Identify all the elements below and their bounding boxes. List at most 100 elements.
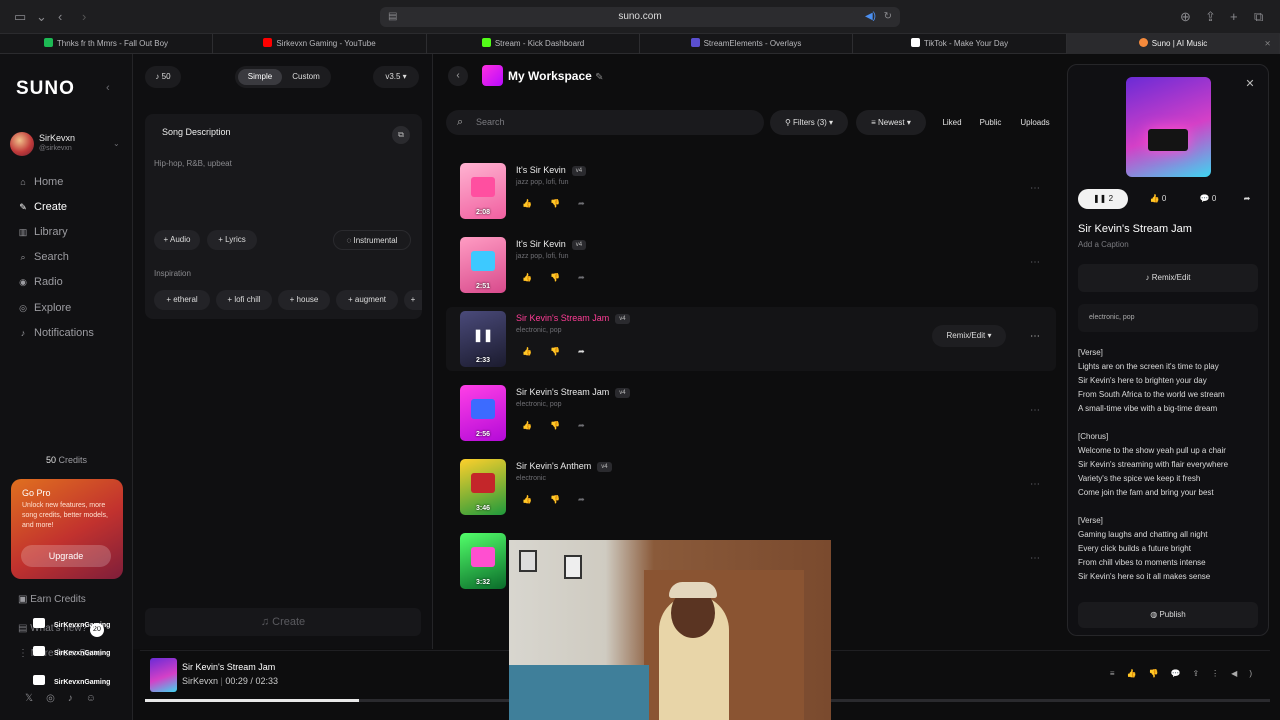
- tab-kick[interactable]: Stream - Kick Dashboard: [427, 34, 640, 54]
- song-cover[interactable]: 3:46: [460, 459, 506, 515]
- address-bar[interactable]: ▤ suno.com ◀) ↻: [380, 7, 900, 27]
- thumbs-up-icon[interactable]: 👍: [522, 421, 550, 430]
- share-icon[interactable]: ➦: [578, 199, 603, 208]
- pause-icon[interactable]: ❚❚: [471, 325, 495, 345]
- mode-simple-tab[interactable]: Simple: [238, 69, 282, 85]
- sidebar-item-notifications[interactable]: ♪ Notifications: [18, 327, 94, 339]
- play-count-button[interactable]: ❚❚ 2: [1078, 189, 1128, 209]
- download-icon[interactable]: ⊕: [1180, 9, 1191, 25]
- sidebar-item-library[interactable]: ▥ Library: [18, 226, 68, 238]
- song-row[interactable]: 3:46 Sir Kevin's Anthem v4 electronic 👍👎➦…: [446, 455, 1056, 519]
- song-row[interactable]: 2:08 It's Sir Kevin v4 jazz pop, lofi, fu…: [446, 159, 1056, 223]
- sidebar-item-explore[interactable]: ◎ Explore: [18, 302, 71, 314]
- close-icon[interactable]: ✕: [1241, 75, 1259, 93]
- thumbs-down-icon[interactable]: 👎: [550, 199, 578, 208]
- thumbs-down-icon[interactable]: 👎: [550, 273, 578, 282]
- sidebar-toggle-icon[interactable]: ▭: [14, 9, 26, 25]
- tab-close-icon[interactable]: ⨯: [1264, 34, 1271, 54]
- share-icon[interactable]: ➦: [578, 421, 603, 430]
- earn-credits-link[interactable]: ▣ Earn Credits: [18, 594, 86, 605]
- song-title[interactable]: It's Sir Kevin v4: [516, 239, 587, 250]
- avatar[interactable]: [10, 132, 34, 156]
- more-options-icon[interactable]: ⋯: [1030, 553, 1040, 564]
- more-options-icon[interactable]: ⋯: [1030, 183, 1040, 194]
- instagram-icon[interactable]: ◎: [46, 693, 68, 704]
- tab-streamelements[interactable]: StreamElements - Overlays: [640, 34, 853, 54]
- suno-logo[interactable]: SUNO: [16, 78, 75, 100]
- sidebar-item-home[interactable]: ⌂ Home: [18, 176, 63, 188]
- create-button[interactable]: ♫ Create: [145, 608, 421, 636]
- player-cover[interactable]: [150, 658, 177, 692]
- thumbs-down-icon[interactable]: 👎: [1149, 669, 1171, 678]
- more-options-icon[interactable]: ⋯: [1030, 331, 1040, 342]
- public-filter[interactable]: Public: [974, 110, 1007, 135]
- page-settings-icon[interactable]: ▤: [388, 7, 397, 27]
- comment-icon[interactable]: 💬: [1171, 669, 1193, 678]
- inspiration-chip[interactable]: + augment: [336, 290, 398, 310]
- add-audio-button[interactable]: + Audio: [154, 230, 200, 250]
- comment-button[interactable]: 💬 0: [1190, 189, 1226, 209]
- thumbs-up-icon[interactable]: 👍: [522, 199, 550, 208]
- instrumental-toggle[interactable]: ◌ Instrumental: [333, 230, 411, 250]
- uploads-filter[interactable]: Uploads: [1014, 110, 1056, 135]
- remix-edit-button[interactable]: Remix/Edit ▾: [932, 325, 1006, 347]
- chevron-down-icon[interactable]: ⌄: [36, 9, 47, 25]
- add-lyrics-button[interactable]: + Lyrics: [207, 230, 257, 250]
- inspiration-chip[interactable]: + lofi chill: [216, 290, 272, 310]
- sidebar-item-create[interactable]: ✎ Create: [18, 201, 67, 213]
- mode-custom-tab[interactable]: Custom: [284, 69, 328, 85]
- share-icon[interactable]: ➦: [1236, 189, 1258, 209]
- more-options-icon[interactable]: ⋯: [1030, 257, 1040, 268]
- song-title[interactable]: Sir Kevin's Stream Jam v4: [516, 387, 630, 398]
- credit-counter[interactable]: ♪ 50: [145, 66, 181, 88]
- sidebar-item-radio[interactable]: ◉ Radio: [18, 276, 63, 288]
- more-inspiration-chip[interactable]: +: [404, 290, 422, 310]
- collapse-sidebar-icon[interactable]: ‹: [106, 82, 110, 94]
- inspiration-chip[interactable]: + house: [278, 290, 330, 310]
- caption-input[interactable]: Add a Caption: [1078, 240, 1129, 249]
- forward-icon[interactable]: ›: [82, 9, 86, 24]
- share-icon[interactable]: ➦: [578, 495, 603, 504]
- song-cover[interactable]: 2:51: [460, 237, 506, 293]
- tab-youtube[interactable]: Sirkevxn Gaming - YouTube: [213, 34, 427, 54]
- song-cover[interactable]: ❚❚ 2:33: [460, 311, 506, 367]
- filters-button[interactable]: ⚲ Filters (3) ▾: [770, 110, 848, 135]
- thumbs-up-icon[interactable]: 👍: [522, 347, 550, 356]
- thumbs-up-icon[interactable]: 👍: [1127, 669, 1149, 678]
- back-button[interactable]: ‹: [448, 66, 468, 86]
- detail-remix-button[interactable]: ♪ Remix/Edit: [1078, 264, 1258, 292]
- version-select[interactable]: v3.5 ▾: [373, 66, 419, 88]
- tiktok-icon[interactable]: ♪: [68, 693, 86, 704]
- dice-icon[interactable]: ⧉: [392, 126, 410, 144]
- song-title[interactable]: Sir Kevin's Stream Jam v4: [516, 313, 630, 324]
- tab-suno[interactable]: Suno | AI Music ⨯: [1067, 34, 1280, 54]
- queue-icon[interactable]: ≡: [1110, 669, 1127, 678]
- song-cover[interactable]: 2:08: [460, 163, 506, 219]
- tab-overview-icon[interactable]: ⧉: [1254, 9, 1263, 25]
- workspace-title[interactable]: My Workspace ✎: [508, 69, 604, 83]
- song-row[interactable]: 2:56 Sir Kevin's Stream Jam v4 electronic…: [446, 381, 1056, 445]
- song-title[interactable]: It's Sir Kevin v4: [516, 165, 587, 176]
- thumbs-down-icon[interactable]: 👎: [550, 347, 578, 356]
- reload-icon[interactable]: ↻: [884, 7, 892, 27]
- publish-button[interactable]: ◍ Publish: [1078, 602, 1258, 628]
- more-options-icon[interactable]: ⋯: [1030, 405, 1040, 416]
- more-options-icon[interactable]: ⋮: [1211, 669, 1231, 678]
- song-cover[interactable]: 2:56: [460, 385, 506, 441]
- upgrade-button[interactable]: Upgrade: [21, 545, 111, 567]
- player-artist[interactable]: SirKevxn: [182, 676, 218, 686]
- player-song-title[interactable]: Sir Kevin's Stream Jam: [182, 662, 275, 672]
- discord-icon[interactable]: ☺: [86, 693, 109, 704]
- liked-filter[interactable]: Liked: [937, 110, 967, 135]
- share-icon[interactable]: ➦: [578, 347, 603, 356]
- thumbs-up-icon[interactable]: 👍: [522, 273, 550, 282]
- back-icon[interactable]: ‹: [58, 9, 62, 24]
- song-title[interactable]: Sir Kevin's Anthem v4: [516, 461, 612, 472]
- speaker-icon[interactable]: ◀): [865, 7, 876, 27]
- share-icon[interactable]: ➦: [578, 273, 603, 282]
- sidebar-item-search[interactable]: ⌕ Search: [18, 251, 68, 263]
- more-options-icon[interactable]: ⋯: [1030, 479, 1040, 490]
- song-description-input[interactable]: Hip-hop, R&B, upbeat: [154, 159, 232, 168]
- tab-spotify[interactable]: Thnks fr th Mmrs - Fall Out Boy: [0, 34, 213, 54]
- thumbs-down-icon[interactable]: 👎: [550, 495, 578, 504]
